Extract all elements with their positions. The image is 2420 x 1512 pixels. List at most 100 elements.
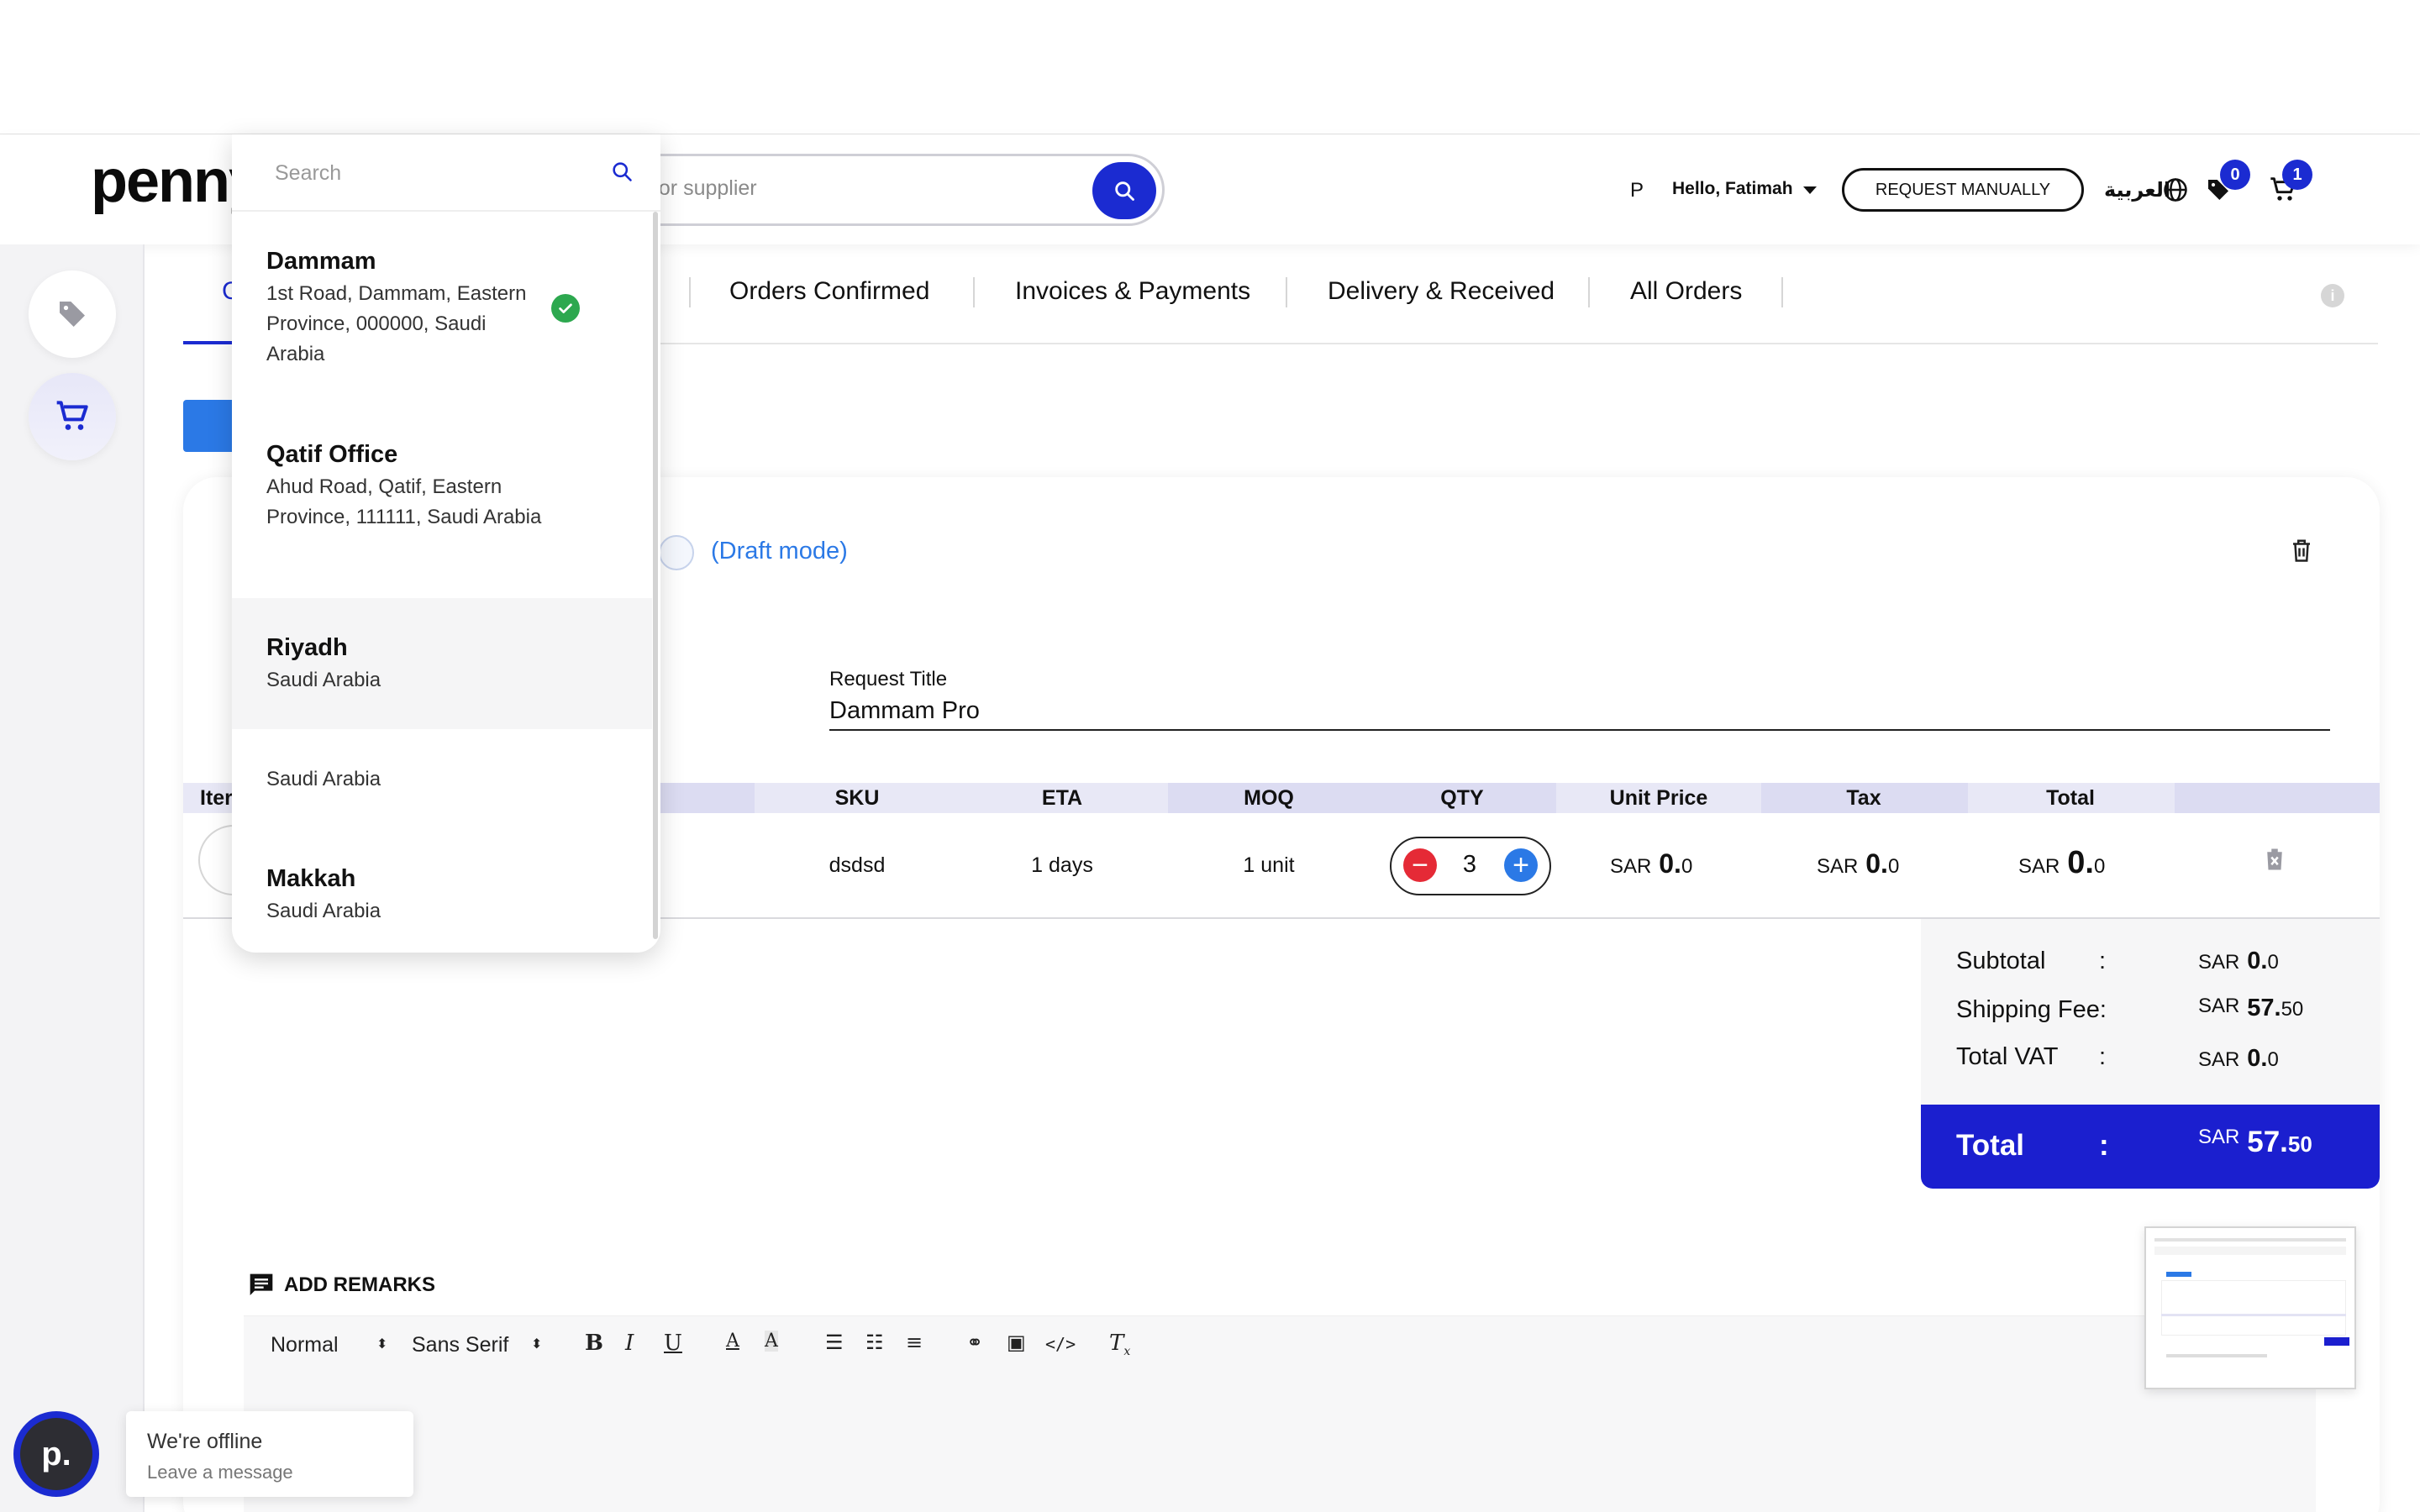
price-whole: 57. [2247, 995, 2281, 1021]
location-address[interactable]: Saudi Arabia [266, 764, 544, 795]
tab-delivery-received[interactable]: Delivery & Received [1328, 277, 1555, 306]
col-total: Total [2046, 786, 2095, 810]
chat-bubble[interactable] [126, 1411, 413, 1497]
sidebar-item-orders[interactable] [29, 373, 116, 460]
location-name-riyadh[interactable]: Riyadh [266, 634, 348, 662]
cell-moq: 1 unit [1243, 853, 1295, 877]
header-highlight [655, 783, 755, 813]
supplier-logo [659, 535, 694, 570]
cart-count-badge: 1 [2282, 160, 2312, 190]
currency: SAR [2198, 951, 2240, 974]
align-icon[interactable]: ≡ [906, 1331, 923, 1354]
search-button[interactable] [1092, 162, 1156, 219]
shipping-fee-label: Shipping Fee: [1956, 996, 2107, 1023]
tab-all-orders[interactable]: All Orders [1630, 277, 1742, 306]
wishlist-count-badge: 0 [2220, 160, 2250, 190]
tab-divider [1286, 277, 1287, 307]
chat-leave-message[interactable]: Leave a message [147, 1462, 293, 1483]
currency: SAR [2198, 995, 2240, 1017]
remarks-editor[interactable] [244, 1315, 2316, 1512]
col-item: Iter [200, 786, 233, 810]
price-whole: 57. [2247, 1126, 2288, 1158]
background-color-icon[interactable]: A [765, 1331, 778, 1352]
currency: SAR [2198, 1048, 2240, 1071]
search-icon[interactable] [610, 160, 634, 183]
draft-mode-label: (Draft mode) [711, 538, 848, 564]
decrease-qty-button[interactable]: − [1403, 848, 1437, 882]
code-icon[interactable]: </> [1045, 1334, 1076, 1354]
delete-order-icon[interactable] [2291, 538, 2312, 563]
request-title-input[interactable]: Dammam Pro [829, 697, 980, 725]
col-tax: Tax [1846, 786, 1881, 810]
col-moq: MOQ [1244, 786, 1294, 810]
currency: SAR [2018, 855, 2060, 878]
price-fraction: 50 [2281, 998, 2304, 1021]
tab-divider [1781, 277, 1783, 307]
colon: : [2099, 1043, 2107, 1070]
colon: : [2099, 948, 2107, 974]
location-address[interactable]: Saudi Arabia [266, 896, 544, 927]
location-address[interactable]: Saudi Arabia [266, 665, 544, 696]
remove-item-icon[interactable] [2264, 847, 2286, 872]
location-name-dammam[interactable]: Dammam [266, 248, 376, 276]
tag-icon [60, 302, 85, 327]
font-select[interactable]: Sans Serif [412, 1333, 508, 1357]
active-tab-indicator [183, 341, 235, 344]
bold-icon[interactable]: B [585, 1331, 603, 1356]
price-fraction: 0 [2267, 1048, 2279, 1071]
request-title-label: Request Title [829, 668, 948, 690]
location-name-makkah[interactable]: Makkah [266, 865, 355, 893]
dropdown-scrollbar[interactable] [653, 212, 658, 939]
text-color-icon[interactable]: A [726, 1331, 739, 1352]
language-switch[interactable]: العربية [2104, 178, 2170, 202]
search-icon [1115, 181, 1134, 201]
tab-orders-confirmed[interactable]: Orders Confirmed [729, 277, 929, 306]
price-fraction: 0 [1887, 855, 1900, 878]
globe-icon[interactable] [2163, 177, 2188, 202]
image-icon[interactable]: ▣ [1007, 1331, 1026, 1354]
hovered-location-highlight [232, 598, 652, 729]
select-arrows-icon: ⬍ [376, 1337, 388, 1352]
request-manually-button[interactable]: REQUEST MANUALLY [1842, 168, 2084, 212]
tab-invoices-payments[interactable]: Invoices & Payments [1015, 277, 1250, 306]
info-icon[interactable]: i [2321, 284, 2344, 307]
price-whole: 0. [1659, 848, 1681, 879]
comment-icon [250, 1273, 273, 1295]
chat-launcher[interactable]: p. [13, 1411, 99, 1497]
screenshot-preview-thumbnail[interactable] [2144, 1226, 2356, 1389]
add-remarks-title: ADD REMARKS [284, 1273, 435, 1296]
chat-avatar-letter: p. [20, 1418, 92, 1490]
location-search-input[interactable]: Search [275, 161, 341, 186]
action-chip[interactable] [183, 400, 237, 452]
cell-unit-price: SAR 0.0 [1610, 848, 1692, 879]
price-whole: 0. [1865, 848, 1888, 879]
user-initial: P [1630, 179, 1644, 202]
header-highlight [2175, 783, 2380, 813]
price-fraction: 50 [2287, 1131, 2312, 1157]
tab-divider [1588, 277, 1590, 307]
select-arrows-icon: ⬍ [531, 1337, 543, 1352]
clear-format-icon[interactable]: Tx [1109, 1331, 1130, 1358]
location-address[interactable]: Ahud Road, Qatif, Eastern Province, 1111… [266, 472, 544, 533]
user-greeting[interactable]: Hello, Fatimah [1672, 179, 1793, 199]
col-unit-price: Unit Price [1609, 786, 1708, 810]
cell-total: SAR 0.0 [2018, 845, 2105, 881]
italic-icon[interactable]: I [625, 1331, 634, 1356]
col-sku: SKU [834, 786, 880, 810]
location-address[interactable]: 1st Road, Dammam, Eastern Province, 0000… [266, 279, 544, 370]
text-style-select[interactable]: Normal [271, 1333, 339, 1357]
increase-qty-button[interactable]: + [1504, 848, 1538, 882]
link-icon[interactable]: ⚭ [966, 1331, 983, 1354]
tab-divider [973, 277, 975, 307]
price-fraction: 0 [2093, 855, 2106, 878]
location-name-qatif-office[interactable]: Qatif Office [266, 441, 397, 469]
chevron-down-icon[interactable] [1803, 186, 1817, 194]
chat-status: We're offline [147, 1430, 263, 1453]
currency: SAR [1817, 855, 1859, 878]
sidebar-item-deals[interactable] [29, 270, 116, 358]
bullet-list-icon[interactable]: ☷ [865, 1331, 884, 1354]
qty-value[interactable]: 3 [1457, 851, 1482, 879]
cell-sku: dsdsd [829, 853, 886, 877]
ordered-list-icon[interactable]: ☰ [825, 1331, 844, 1354]
underline-icon[interactable]: U [664, 1331, 682, 1356]
